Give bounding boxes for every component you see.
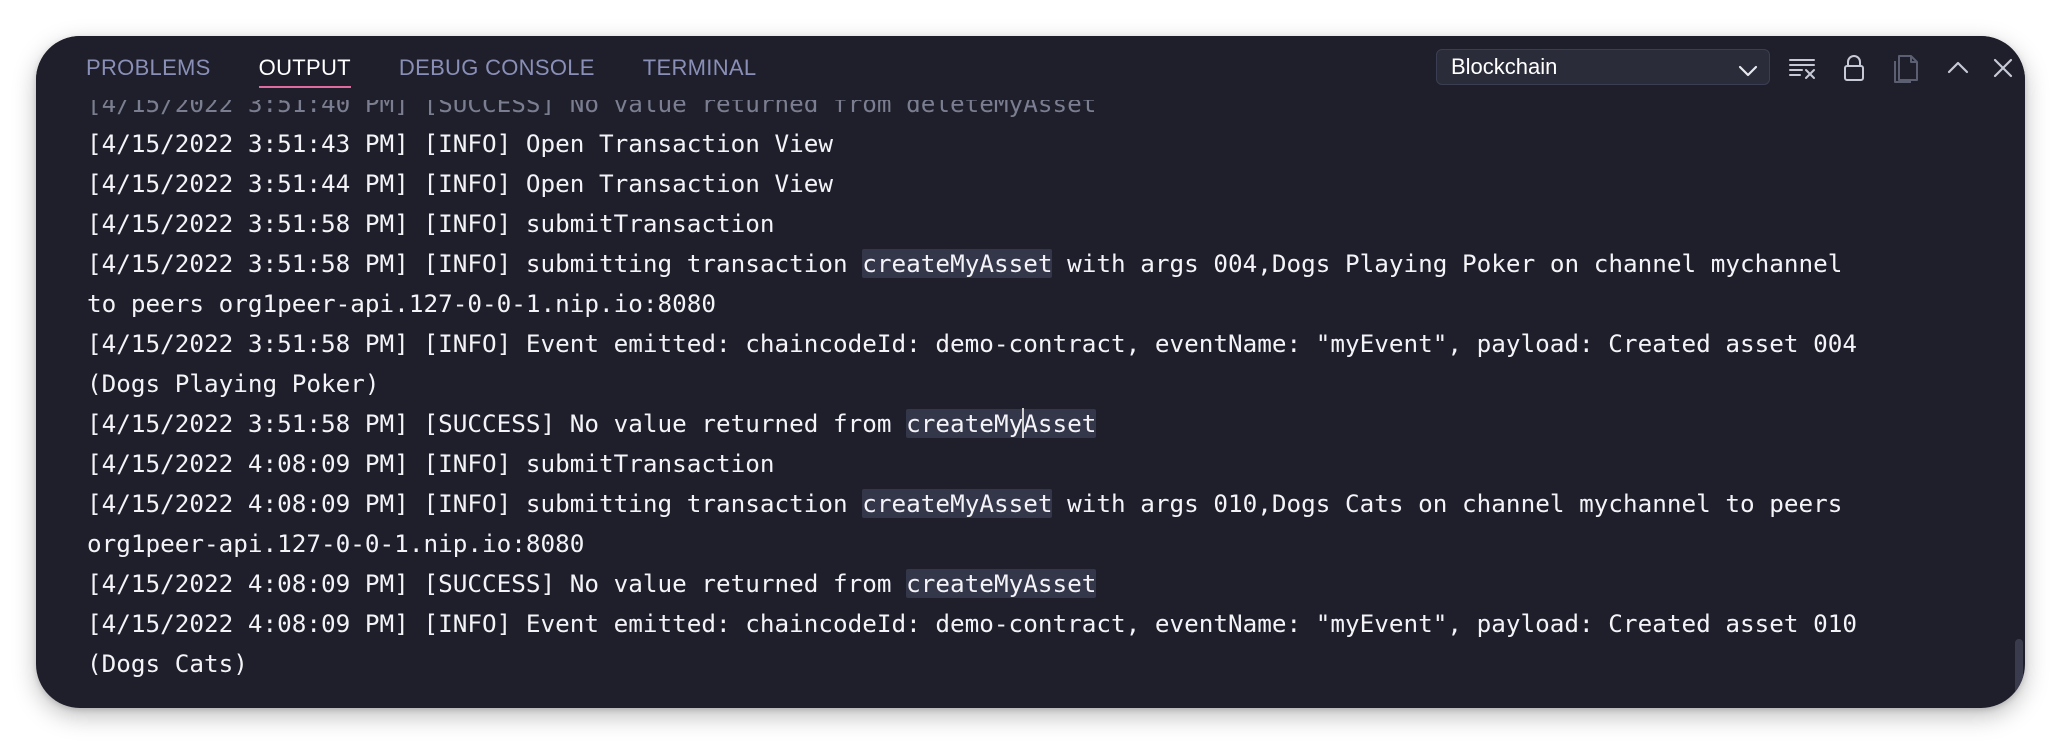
tab-problems[interactable]: PROBLEMS	[86, 36, 211, 100]
output-line: to peers org1peer-api.127-0-0-1.nip.io:8…	[87, 284, 2011, 324]
output-line: [4/15/2022 4:08:09 PM] [INFO] Event emit…	[87, 604, 2011, 644]
output-line: [4/15/2022 3:51:58 PM] [INFO] submitting…	[87, 244, 2011, 284]
output-line: [4/15/2022 4:08:09 PM] [SUCCESS] No valu…	[87, 564, 2011, 604]
output-channel-select[interactable]: Blockchain	[1436, 49, 1770, 85]
output-line: org1peer-api.127-0-0-1.nip.io:8080	[87, 524, 2011, 564]
search-highlight: createMyAsset	[906, 408, 1097, 438]
output-line-text: with args 010,Dogs Cats on channel mycha…	[1052, 489, 1843, 518]
output-line-text: [4/15/2022 3:51:58 PM] [INFO] submitTran…	[87, 209, 775, 238]
output-line-text: [4/15/2022 4:08:09 PM] [INFO] Event emit…	[87, 609, 1857, 638]
output-line-text: (Dogs Cats)	[87, 649, 248, 678]
open-in-editor-icon[interactable]	[1891, 52, 1923, 84]
output-line-text: [4/15/2022 3:51:58 PM] [INFO] submitting…	[87, 249, 863, 278]
lock-icon[interactable]	[1838, 52, 1870, 84]
text-cursor	[1022, 408, 1025, 438]
output-content[interactable]: [4/15/2022 3:51:40 PM] [SUCCESS] No valu…	[36, 100, 2011, 708]
output-line-text: [4/15/2022 3:51:58 PM] [SUCCESS] No valu…	[87, 409, 907, 438]
output-line: [4/15/2022 3:51:58 PM] [SUCCESS] No valu…	[87, 404, 2011, 444]
output-lines: [4/15/2022 3:51:40 PM] [SUCCESS] No valu…	[87, 100, 2011, 684]
output-line-text: (Dogs Playing Poker)	[87, 369, 380, 398]
maximize-icon[interactable]	[1942, 52, 1974, 84]
output-line-text: [4/15/2022 4:08:09 PM] [INFO] submitting…	[87, 489, 863, 518]
scrollbar-thumb[interactable]	[2015, 639, 2023, 701]
output-panel: PROBLEMS OUTPUT DEBUG CONSOLE TERMINAL B…	[36, 36, 2025, 708]
output-line: [4/15/2022 3:51:58 PM] [INFO] submitTran…	[87, 204, 2011, 244]
output-line-text: org1peer-api.127-0-0-1.nip.io:8080	[87, 529, 585, 558]
chevron-down-icon	[1737, 57, 1759, 77]
tab-output[interactable]: OUTPUT	[258, 36, 352, 100]
tab-terminal[interactable]: TERMINAL	[643, 36, 757, 100]
panel-header: PROBLEMS OUTPUT DEBUG CONSOLE TERMINAL B…	[36, 36, 2025, 100]
output-line: [4/15/2022 3:51:44 PM] [INFO] Open Trans…	[87, 164, 2011, 204]
search-highlight: createMyAsset	[862, 249, 1053, 278]
search-highlight: createMyAsset	[862, 489, 1053, 518]
tab-debug-console[interactable]: DEBUG CONSOLE	[399, 36, 595, 100]
close-icon[interactable]	[1987, 52, 2019, 84]
output-line-text: [4/15/2022 3:51:44 PM] [INFO] Open Trans…	[87, 169, 834, 198]
output-line-text: [4/15/2022 3:51:40 PM] [SUCCESS] No valu…	[87, 100, 1097, 118]
output-line: [4/15/2022 4:08:09 PM] [INFO] submitTran…	[87, 444, 2011, 484]
output-line: [4/15/2022 3:51:43 PM] [INFO] Open Trans…	[87, 124, 2011, 164]
output-line: (Dogs Playing Poker)	[87, 364, 2011, 404]
output-line: (Dogs Cats)	[87, 644, 2011, 684]
output-line: [4/15/2022 3:51:40 PM] [SUCCESS] No valu…	[87, 100, 2011, 124]
output-line: [4/15/2022 3:51:58 PM] [INFO] Event emit…	[87, 324, 2011, 364]
clear-output-icon[interactable]	[1787, 52, 1819, 84]
scrollbar[interactable]	[2011, 100, 2025, 708]
output-line-text: with args 004,Dogs Playing Poker on chan…	[1052, 249, 1843, 278]
output-line-text: [4/15/2022 4:08:09 PM] [INFO] submitTran…	[87, 449, 775, 478]
output-line-text: to peers org1peer-api.127-0-0-1.nip.io:8…	[87, 289, 717, 318]
output-channel-value: Blockchain	[1451, 54, 1558, 79]
output-line-text: [4/15/2022 3:51:43 PM] [INFO] Open Trans…	[87, 129, 834, 158]
panel-tabs: PROBLEMS OUTPUT DEBUG CONSOLE TERMINAL	[86, 36, 804, 100]
output-line-text: [4/15/2022 3:51:58 PM] [INFO] Event emit…	[87, 329, 1857, 358]
search-highlight: createMyAsset	[906, 569, 1097, 598]
output-line-text: [4/15/2022 4:08:09 PM] [SUCCESS] No valu…	[87, 569, 907, 598]
output-line: [4/15/2022 4:08:09 PM] [INFO] submitting…	[87, 484, 2011, 524]
